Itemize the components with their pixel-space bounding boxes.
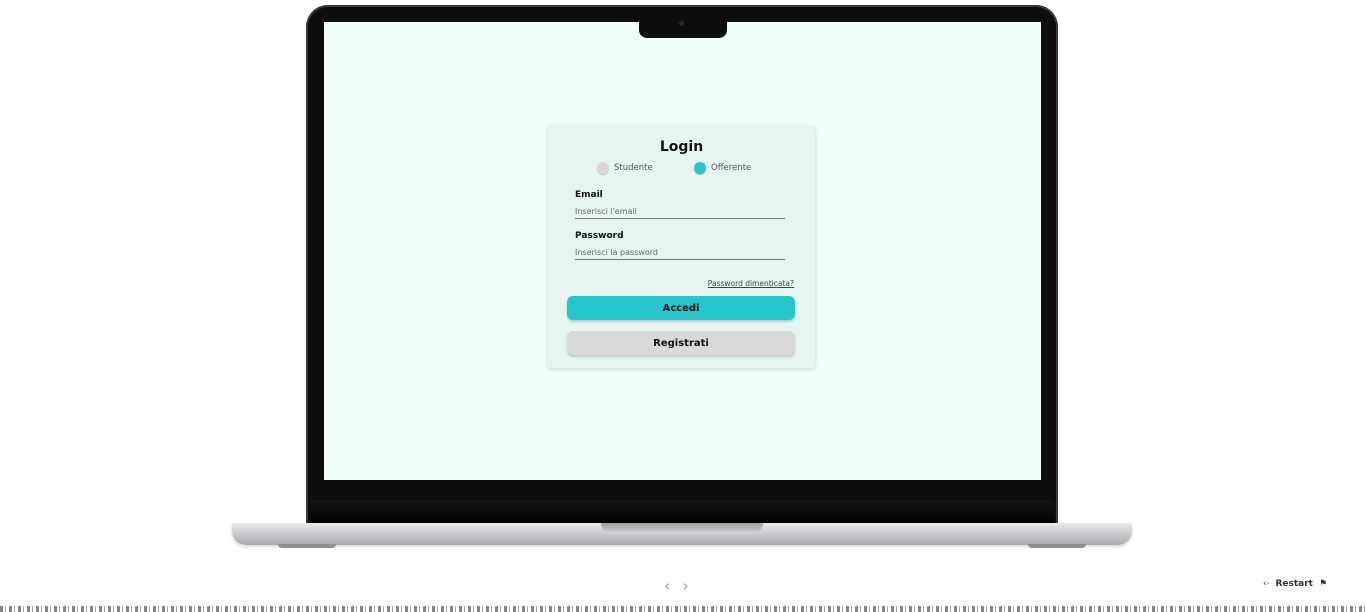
login-button[interactable]: Accedi bbox=[567, 296, 795, 320]
password-label: Password bbox=[575, 231, 624, 241]
login-title: Login bbox=[659, 139, 704, 155]
password-field[interactable] bbox=[575, 245, 785, 260]
chevron-left-icon[interactable]: ‹ bbox=[664, 576, 670, 595]
register-button[interactable]: Registrati bbox=[567, 331, 795, 355]
laptop-foot-left bbox=[278, 544, 336, 548]
laptop-foot-right bbox=[1028, 544, 1086, 548]
laptop-base-notch bbox=[601, 523, 763, 534]
role-option-offerente[interactable]: Offerente bbox=[694, 162, 751, 174]
laptop-chin bbox=[310, 500, 1054, 524]
flag-icon[interactable]: ⚑ bbox=[1319, 579, 1327, 589]
laptop-screen: Login Studente Offerente Email Password … bbox=[324, 22, 1041, 480]
chevron-right-icon[interactable]: › bbox=[682, 576, 688, 595]
role-option-studente[interactable]: Studente bbox=[597, 162, 653, 174]
radio-studente[interactable] bbox=[597, 162, 609, 174]
role-label-offerente: Offerente bbox=[711, 163, 752, 173]
login-card: Login Studente Offerente Email Password … bbox=[548, 126, 815, 368]
prev-screen-icon[interactable]: ‹· bbox=[1263, 579, 1269, 589]
prototype-nav: ‹ › bbox=[664, 576, 689, 595]
viewer-controls: ‹· Restart ⚑ bbox=[1263, 579, 1327, 589]
forgot-password-link[interactable]: Password dimenticata? bbox=[708, 279, 794, 288]
role-label-studente: Studente bbox=[614, 163, 653, 173]
email-field[interactable] bbox=[575, 204, 785, 219]
email-label: Email bbox=[575, 190, 603, 200]
camera-icon bbox=[679, 21, 684, 26]
radio-offerente[interactable] bbox=[694, 162, 706, 174]
bottom-strip bbox=[0, 606, 1366, 612]
restart-button[interactable]: Restart bbox=[1275, 579, 1313, 589]
